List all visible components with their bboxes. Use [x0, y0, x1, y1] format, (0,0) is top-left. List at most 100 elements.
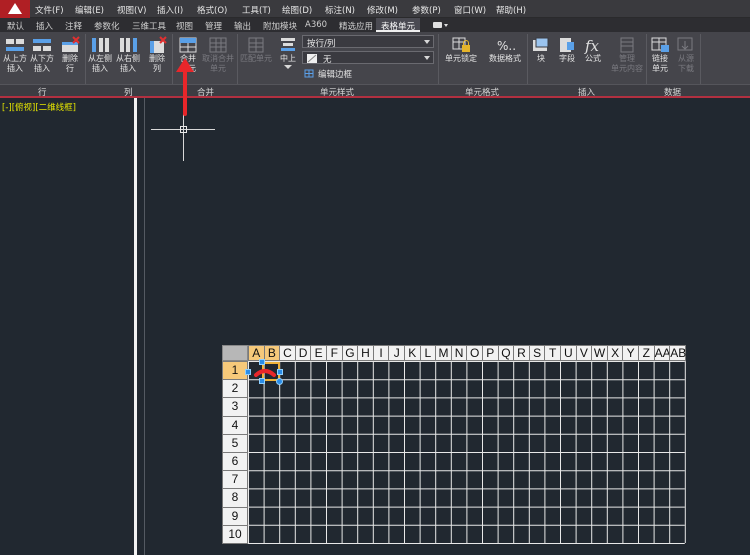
cell-style-dropdown-value: 无	[323, 55, 332, 65]
ribbon-tab[interactable]: 精选应用	[339, 20, 373, 32]
field-label: 字段	[559, 54, 575, 63]
column-header[interactable]: I	[372, 345, 390, 361]
delete-col-button[interactable]: 删除列	[145, 36, 169, 74]
cell-lock-label: 单元锁定	[445, 54, 477, 63]
edit-borders-button[interactable]: 编辑边框	[304, 68, 384, 80]
viewport-divider	[134, 98, 137, 555]
ribbon-tab[interactable]: 默认	[7, 20, 24, 32]
menu-item[interactable]: 编辑(E)	[75, 4, 104, 16]
column-header[interactable]: M	[435, 345, 452, 361]
column-header[interactable]: X	[606, 345, 624, 361]
column-header[interactable]: U	[560, 345, 577, 361]
column-header[interactable]: T	[544, 345, 561, 361]
ribbon-tab[interactable]: 视图	[176, 20, 193, 32]
cell-lock-button[interactable]: 单元锁定	[442, 36, 480, 64]
menu-item[interactable]: 窗口(W)	[454, 4, 486, 16]
align-button[interactable]: 中上	[276, 36, 300, 70]
column-header[interactable]: N	[450, 345, 468, 361]
insert-row-above-label: 从上方 插入	[3, 54, 27, 73]
column-header[interactable]: C	[279, 345, 296, 361]
ribbon-tab[interactable]: 表格单元	[376, 18, 421, 32]
table-grid[interactable]	[248, 361, 686, 544]
column-header[interactable]: S	[528, 345, 546, 361]
grip-top[interactable]	[259, 359, 265, 365]
ribbon-tab[interactable]: A360	[305, 20, 327, 30]
column-header[interactable]: H	[357, 345, 374, 361]
manage-cell-content-label: 管理 单元内容	[611, 54, 643, 73]
menu-item[interactable]: 视图(V)	[117, 4, 146, 16]
row-header[interactable]: 7	[222, 470, 248, 490]
column-header[interactable]: D	[294, 345, 312, 361]
column-header[interactable]: AA	[653, 345, 671, 361]
ribbon-tab[interactable]: 三维工具	[132, 20, 166, 32]
ribbon-tab[interactable]: 附加模块	[263, 20, 297, 32]
red-arrow-annotation	[176, 58, 194, 116]
insert-col-left-button[interactable]: 从左侧 插入	[87, 36, 113, 74]
column-header[interactable]: W	[591, 345, 608, 361]
grip-top-left[interactable]	[245, 369, 251, 375]
column-header[interactable]: P	[482, 345, 499, 361]
manage-cell-content-button[interactable]: 管理 单元内容	[609, 36, 645, 74]
ribbon-tab[interactable]: 管理	[205, 20, 222, 32]
insert-col-right-button[interactable]: 从右侧 插入	[115, 36, 141, 74]
insert-row-above-button[interactable]: 从上方 插入	[2, 36, 28, 74]
column-header[interactable]: AB	[669, 345, 686, 361]
viewport-label[interactable]: [-][俯视][二维线框]	[2, 101, 76, 113]
column-header[interactable]: L	[419, 345, 437, 361]
column-header[interactable]: G	[341, 345, 359, 361]
cell-style-dropdown[interactable]: 无	[302, 51, 434, 65]
ribbon-tab[interactable]: 输出	[234, 20, 251, 32]
menu-item[interactable]: 格式(O)	[197, 4, 227, 16]
borders-icon	[304, 69, 314, 78]
ribbon-accent-line	[0, 96, 750, 98]
column-header[interactable]: K	[404, 345, 421, 361]
row-header[interactable]: 4	[222, 415, 248, 435]
column-header[interactable]: Y	[622, 345, 639, 361]
menu-item[interactable]: 标注(N)	[325, 4, 355, 16]
delete-row-button[interactable]: 删除行	[58, 36, 82, 74]
ribbon-tab[interactable]: 参数化	[94, 20, 120, 32]
menu-item[interactable]: 工具(T)	[242, 4, 271, 16]
tab-overflow-icon[interactable]	[433, 21, 449, 29]
row-header[interactable]: 6	[222, 452, 248, 472]
row-header[interactable]: 8	[222, 488, 248, 508]
row-header[interactable]: 5	[222, 433, 248, 453]
column-header[interactable]: Z	[638, 345, 655, 361]
match-cell-button[interactable]: 匹配单元	[239, 36, 273, 64]
ribbon-tab[interactable]: 插入	[36, 20, 53, 32]
column-header[interactable]: R	[513, 345, 530, 361]
unmerge-cells-button[interactable]: 取消合并 单元	[202, 36, 234, 74]
menu-item[interactable]: 绘图(D)	[282, 4, 312, 16]
table-corner[interactable]	[222, 345, 248, 361]
block-button[interactable]: 块	[530, 36, 552, 64]
grip-round-right[interactable]	[276, 378, 283, 385]
ribbon-tab[interactable]: 注释	[65, 20, 82, 32]
download-from-source-button[interactable]: 从源 下载	[674, 36, 698, 74]
column-header[interactable]: F	[326, 345, 343, 361]
column-header[interactable]: O	[466, 345, 483, 361]
menu-item[interactable]: 帮助(H)	[496, 4, 526, 16]
column-header[interactable]: B	[263, 345, 281, 361]
menu-item[interactable]: 文件(F)	[35, 4, 64, 16]
menu-item[interactable]: 插入(I)	[157, 4, 183, 16]
row-header[interactable]: 9	[222, 506, 248, 526]
field-button[interactable]: 字段	[556, 36, 578, 64]
column-header[interactable]: J	[388, 345, 405, 361]
link-cell-button[interactable]: 链接 单元	[648, 36, 672, 74]
insert-row-below-button[interactable]: 从下方 插入	[29, 36, 55, 74]
column-header[interactable]: V	[575, 345, 593, 361]
column-header[interactable]: E	[310, 345, 327, 361]
grid-lines	[248, 361, 686, 544]
row-header[interactable]: 10	[222, 524, 248, 544]
row-col-dropdown[interactable]: 按行/列	[302, 35, 434, 49]
row-header[interactable]: 2	[222, 379, 248, 399]
formula-button[interactable]: fx 公式	[582, 36, 604, 64]
app-logo[interactable]	[0, 0, 30, 18]
row-header[interactable]: 3	[222, 397, 248, 417]
svg-text:fx: fx	[584, 37, 600, 54]
menu-item[interactable]: 参数(P)	[412, 4, 441, 16]
menu-item[interactable]: 修改(M)	[367, 4, 398, 16]
data-format-button[interactable]: %.. 数据格式	[486, 36, 524, 64]
column-header[interactable]: Q	[497, 345, 515, 361]
grip-right[interactable]	[277, 369, 283, 375]
